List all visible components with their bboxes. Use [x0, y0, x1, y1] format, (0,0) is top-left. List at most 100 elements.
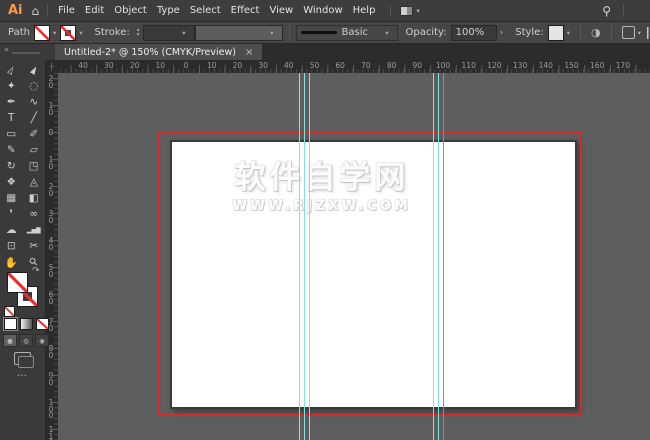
pencil-tool[interactable]: ✎	[0, 142, 23, 158]
shape-builder-tool[interactable]: ❖	[0, 174, 23, 190]
edit-toolbar-icon[interactable]: …	[0, 368, 45, 379]
slice-tool[interactable]: ✂	[23, 238, 46, 254]
lasso-tool[interactable]: ◌	[23, 78, 46, 94]
symbol-sprayer-tool[interactable]: ☁	[0, 222, 23, 238]
h-ruler-label: 120	[487, 61, 501, 70]
v-ruler-label: 2 0	[45, 184, 57, 197]
menu-effect[interactable]: Effect	[226, 5, 265, 16]
menu-view[interactable]: View	[264, 5, 298, 16]
chevron-down-icon[interactable]: ▾	[182, 29, 185, 37]
draw-normal-button[interactable]: ●	[3, 334, 17, 347]
width-profile-dropdown[interactable]: ▾	[195, 25, 283, 41]
chevron-down-icon[interactable]: ▾	[638, 29, 641, 37]
selection-tool[interactable]: ▻	[0, 62, 23, 78]
draw-behind-button[interactable]: ◍	[19, 334, 33, 347]
brush-definition-dropdown[interactable]: Basic ▾	[296, 25, 398, 41]
paintbrush-tool-icon: ✐	[29, 128, 38, 140]
chevron-down-icon[interactable]: ▾	[53, 29, 56, 37]
menu-file[interactable]: File	[53, 5, 80, 16]
rotate-tool[interactable]: ↻	[0, 158, 23, 174]
document-tab-bar: « Untitled-2* @ 150% (CMYK/Preview) ×	[0, 44, 650, 60]
document-tab[interactable]: Untitled-2* @ 150% (CMYK/Preview) ×	[55, 44, 262, 60]
h-ruler-label: 110	[462, 61, 476, 70]
eraser-tool[interactable]: ▱	[23, 142, 46, 158]
mesh-tool[interactable]: ▦	[0, 190, 23, 206]
h-ruler-label: 40	[284, 61, 294, 70]
magic-wand-tool[interactable]: ✦	[0, 78, 23, 94]
perspective-grid-tool[interactable]: ◬	[23, 174, 46, 190]
scale-tool[interactable]: ◳	[23, 158, 46, 174]
stroke-weight-field[interactable]: ▾	[143, 25, 195, 41]
chevron-down-icon[interactable]: ▾	[385, 29, 388, 37]
line-segment-tool-icon: ╱	[31, 112, 37, 124]
recolor-artwork-icon[interactable]: ◑	[591, 26, 601, 39]
color-button[interactable]	[4, 318, 17, 330]
v-ruler-label: 2 0	[45, 76, 57, 89]
mesh-tool-icon: ▦	[6, 192, 16, 204]
column-graph-tool[interactable]: ▂▅▇	[23, 222, 46, 238]
menu-object[interactable]: Object	[109, 5, 152, 16]
v-ruler-label: 1 1 0	[45, 427, 57, 440]
menu-edit[interactable]: Edit	[80, 5, 109, 16]
vertical-ruler[interactable]: 2 01 001 02 03 04 05 06 07 08 09 01 0 01…	[45, 73, 59, 440]
chevron-down-icon[interactable]: ▾	[567, 29, 570, 37]
v-ruler-label: 4 0	[45, 238, 57, 251]
menu-help[interactable]: Help	[348, 5, 381, 16]
red-rectangle-path[interactable]	[157, 132, 582, 416]
paintbrush-tool[interactable]: ✐	[23, 126, 46, 142]
guide-line[interactable]	[299, 73, 300, 440]
artboard-tool[interactable]: ⊡	[0, 238, 23, 254]
home-icon[interactable]: ⌂	[30, 4, 48, 18]
v-ruler-label: 9 0	[45, 373, 57, 386]
collapse-panel-icon[interactable]: «	[4, 45, 9, 54]
tools-grid: ▻►✦◌✒∿T╱▭✐✎▱↻◳❖◬▦◧❜∞☁▂▅▇⊡✂✋⚲	[0, 60, 45, 270]
direct-selection-tool[interactable]: ►	[23, 62, 46, 78]
curvature-tool[interactable]: ∿	[23, 94, 46, 110]
illustrator-logo-icon: Ai	[0, 3, 30, 18]
swap-fill-stroke-icon[interactable]: ↷	[32, 266, 40, 276]
ruler-origin-box[interactable]: ┼	[45, 60, 58, 74]
opacity-field[interactable]: 100%	[451, 25, 497, 41]
eyedropper-tool[interactable]: ❜	[0, 206, 23, 222]
drag-grip[interactable]	[12, 52, 40, 54]
pen-tool[interactable]: ✒	[0, 94, 23, 110]
stroke-color-swatch[interactable]	[60, 25, 76, 41]
graphic-style-swatch[interactable]	[548, 25, 564, 41]
type-tool[interactable]: T	[0, 110, 23, 126]
chevron-down-icon[interactable]: ▾	[79, 29, 82, 37]
stroke-weight-stepper[interactable]: ▴ ▾	[137, 28, 140, 38]
guide-line[interactable]	[438, 73, 439, 440]
guide-line[interactable]	[433, 73, 434, 440]
menu-type[interactable]: Type	[152, 5, 185, 16]
guide-line[interactable]	[309, 73, 310, 440]
stroke-weight-label: Stroke:	[95, 27, 130, 38]
stepper-down-icon[interactable]: ▾	[137, 33, 140, 38]
gradient-tool[interactable]: ◧	[23, 190, 46, 206]
gradient-button[interactable]	[20, 318, 33, 330]
guide-line[interactable]	[304, 73, 305, 440]
guide-line[interactable]	[443, 73, 444, 440]
workspace-switcher[interactable]: ▾	[390, 6, 419, 16]
hand-tool[interactable]: ✋	[0, 254, 23, 270]
h-ruler-label: 40	[78, 61, 88, 70]
fill-indicator[interactable]	[7, 272, 28, 293]
toolbar-dock-header[interactable]: «	[0, 44, 55, 60]
chevron-down-icon[interactable]: ▾	[270, 29, 273, 37]
search-icon[interactable]: ⚲	[590, 4, 623, 18]
blend-tool[interactable]: ∞	[23, 206, 46, 222]
align-to-selection-icon[interactable]	[622, 26, 635, 39]
default-fill-stroke-icon[interactable]	[4, 306, 15, 317]
none-button[interactable]	[36, 318, 49, 330]
draw-inside-button[interactable]: ◉	[35, 334, 49, 347]
menu-select[interactable]: Select	[185, 5, 226, 16]
horizontal-ruler[interactable]: 4030201001020304050607080901001101201301…	[58, 60, 650, 74]
shape-builder-tool-icon: ❖	[7, 176, 16, 188]
screen-mode-icon[interactable]	[14, 352, 31, 365]
close-icon[interactable]: ×	[245, 47, 253, 58]
canvas-area[interactable]: 软件自学网 WWW.RJZXW.COM	[58, 73, 650, 440]
fill-color-swatch[interactable]	[34, 25, 50, 41]
rectangle-tool[interactable]: ▭	[0, 126, 23, 142]
menu-window[interactable]: Window	[298, 5, 347, 16]
line-segment-tool[interactable]: ╱	[23, 110, 46, 126]
opacity-submenu-icon[interactable]: ›	[500, 28, 504, 38]
